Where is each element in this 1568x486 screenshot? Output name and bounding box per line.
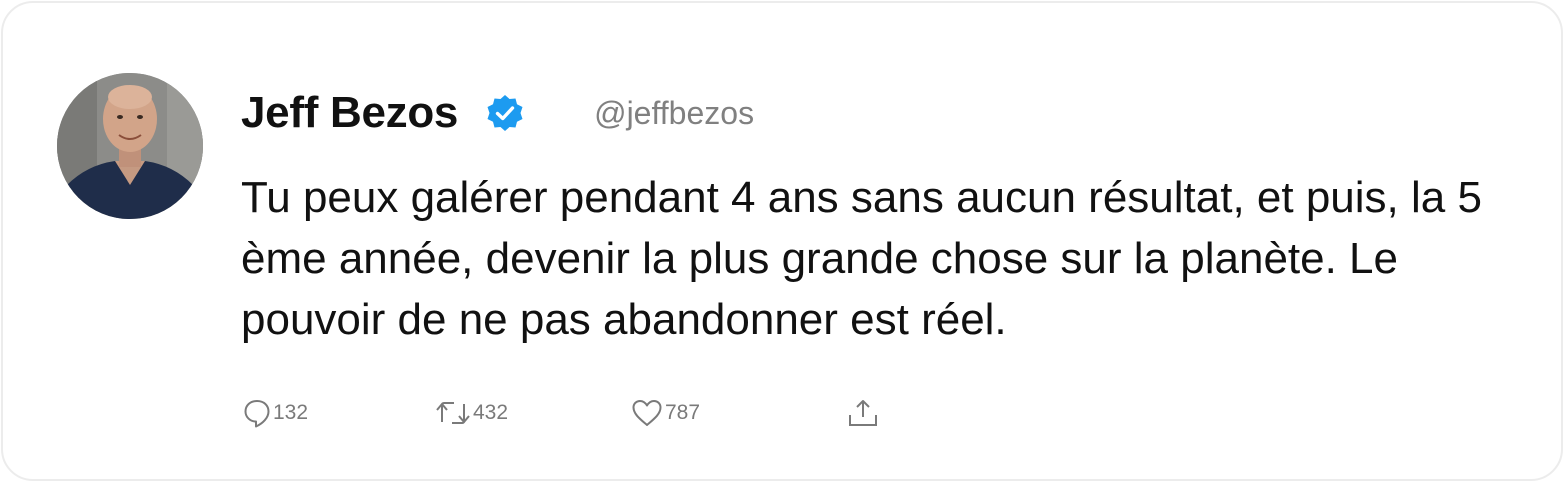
tweet-card: Jeff Bezos @jeffbezos Tu peux galérer pe…: [1, 1, 1563, 481]
tweet-header: Jeff Bezos @jeffbezos: [241, 85, 754, 141]
like-button[interactable]: 787: [631, 393, 700, 433]
share-icon: [847, 398, 879, 428]
reply-count: 132: [273, 401, 309, 424]
tweet-text: Tu peux galérer pendant 4 ans sans aucun…: [241, 173, 1482, 344]
share-button[interactable]: [847, 393, 879, 433]
heart-icon: [631, 398, 663, 428]
like-count: 787: [665, 401, 701, 424]
reply-button[interactable]: 132: [243, 393, 308, 433]
verified-badge-icon: [486, 94, 524, 132]
author-name[interactable]: Jeff Bezos: [241, 88, 458, 138]
retweet-button[interactable]: 432: [435, 393, 508, 433]
retweet-count: 432: [473, 401, 509, 424]
retweet-icon: [435, 398, 471, 428]
avatar-image: [57, 73, 203, 219]
speech-bubble-icon: [243, 398, 271, 428]
author-handle[interactable]: @jeffbezos: [594, 95, 754, 132]
avatar[interactable]: [57, 73, 203, 219]
